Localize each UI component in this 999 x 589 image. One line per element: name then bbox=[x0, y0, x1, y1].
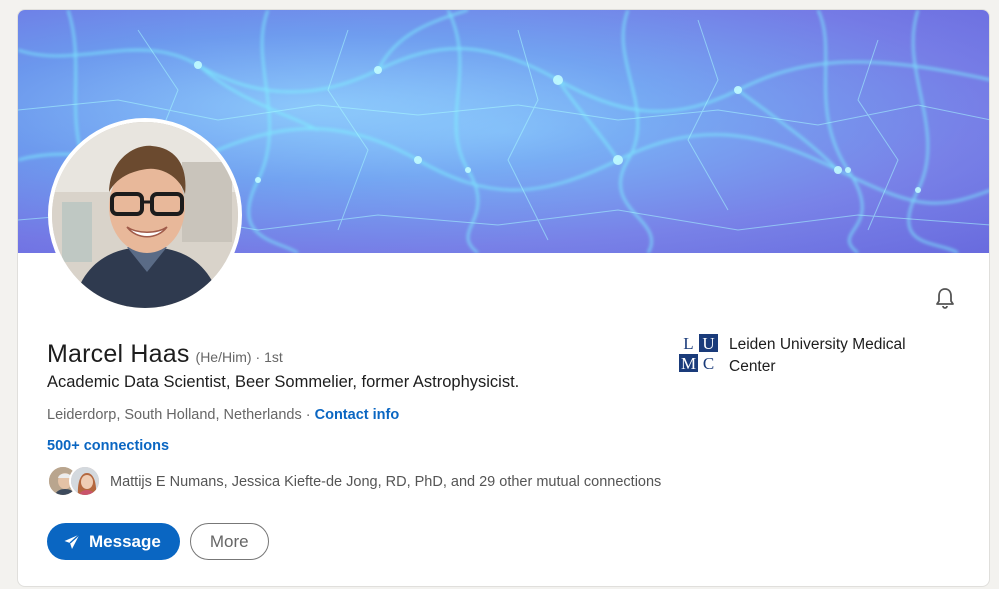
profile-location: Leiderdorp, South Holland, Netherlands bbox=[47, 407, 302, 423]
mutual-name-2: Jessica Kiefte-de Jong, RD, PhD bbox=[231, 474, 443, 490]
profile-name: Marcel Haas bbox=[47, 340, 190, 368]
contact-info-link[interactable]: Contact info bbox=[315, 407, 400, 423]
person-photo bbox=[71, 467, 99, 495]
location-row: Leiderdorp, South Holland, Netherlands ·… bbox=[47, 407, 399, 423]
message-button[interactable]: Message bbox=[47, 523, 180, 560]
profile-headline: Academic Data Scientist, Beer Sommelier,… bbox=[47, 373, 520, 391]
organization-logo: L U M C bbox=[679, 334, 719, 374]
mutual-avatars bbox=[47, 465, 103, 499]
connection-degree: · 1st bbox=[255, 349, 283, 365]
logo-letter-c: C bbox=[699, 354, 718, 372]
message-button-label: Message bbox=[89, 531, 161, 551]
bell-icon bbox=[936, 288, 954, 309]
profile-card: Marcel Haas (He/Him) · 1st Academic Data… bbox=[17, 9, 990, 587]
more-button[interactable]: More bbox=[189, 523, 269, 560]
connections-link[interactable]: 500+ connections bbox=[47, 438, 169, 454]
notification-bell-button[interactable] bbox=[931, 284, 959, 312]
profile-actions: Message More bbox=[47, 523, 269, 560]
logo-letter-u: U bbox=[699, 334, 718, 352]
location-separator: · bbox=[301, 407, 315, 423]
mutual-connections-text: Mattijs E Numans, Jessica Kiefte-de Jong… bbox=[110, 474, 661, 490]
profile-photo[interactable] bbox=[48, 118, 242, 312]
mutual-connections[interactable]: Mattijs E Numans, Jessica Kiefte-de Jong… bbox=[47, 465, 661, 499]
mutual-avatar-2 bbox=[69, 465, 101, 497]
mutual-separator: , bbox=[223, 474, 232, 490]
more-button-label: More bbox=[209, 531, 249, 551]
profile-photo-image bbox=[52, 122, 238, 308]
logo-letter-m: M bbox=[679, 353, 698, 373]
paper-plane-icon bbox=[64, 533, 80, 549]
name-row: Marcel Haas (He/Him) · 1st bbox=[47, 340, 283, 369]
organization-name: Leiden University Medical Center bbox=[729, 336, 906, 375]
logo-letter-l: L bbox=[679, 334, 698, 352]
profile-pronouns: (He/Him) bbox=[195, 349, 252, 365]
mutual-others: , and 29 other mutual connections bbox=[442, 474, 662, 490]
current-organization[interactable]: L U M C Leiden University Medical Center bbox=[679, 334, 934, 378]
mutual-name-1: Mattijs E Numans bbox=[110, 474, 224, 490]
